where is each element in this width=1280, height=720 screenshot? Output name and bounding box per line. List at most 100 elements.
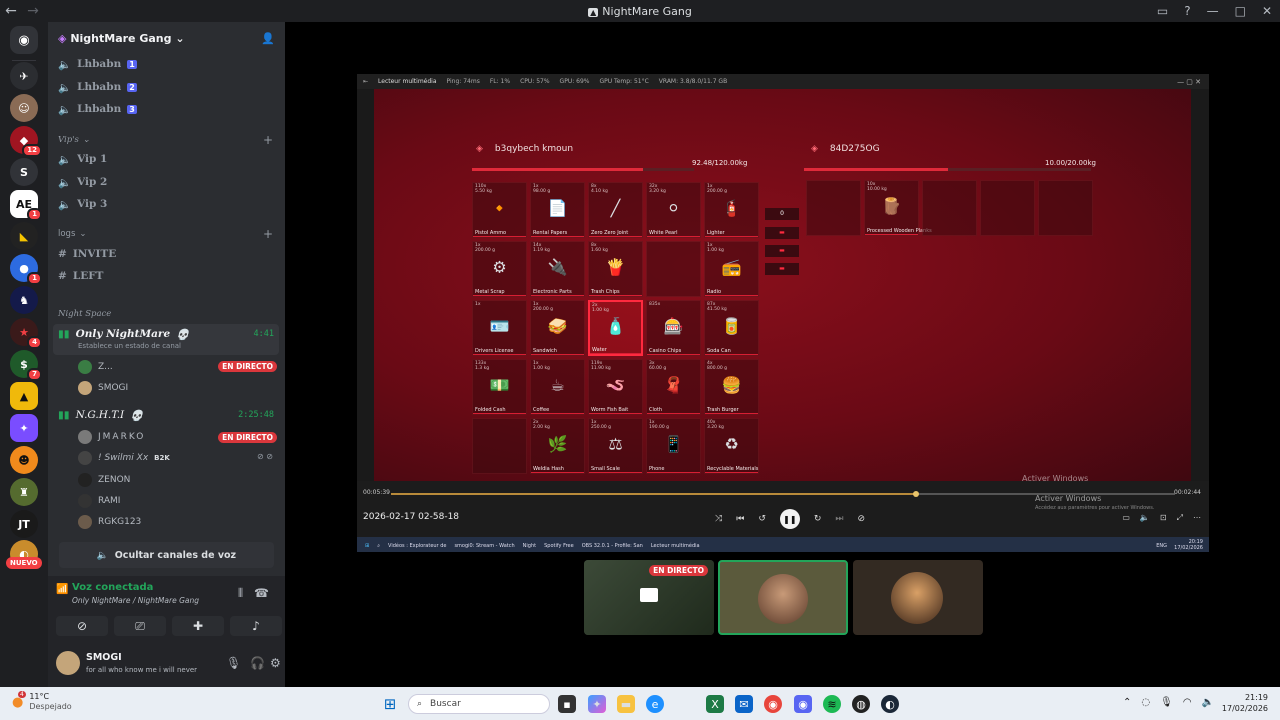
close-inventory-button[interactable]: ▬ xyxy=(765,263,799,275)
server-icon[interactable]: S xyxy=(10,158,38,186)
voice-user[interactable]: RAMI xyxy=(78,491,120,511)
empty-inventory-slot[interactable] xyxy=(806,180,861,236)
server-icon[interactable]: ◣ xyxy=(10,222,38,250)
spotify-icon[interactable]: ≋ xyxy=(823,695,841,713)
hide-voice-channels-button[interactable]: 🔈 Ocultar canales de voz xyxy=(59,542,274,568)
cast-icon[interactable]: ⊡ xyxy=(1160,513,1167,523)
server-icon[interactable]: ✦ xyxy=(10,414,38,442)
file-explorer-icon[interactable]: ▬ xyxy=(617,695,635,713)
subtitles-icon[interactable]: ▭ xyxy=(1122,513,1130,523)
chrome-icon[interactable]: ◉ xyxy=(764,695,782,713)
voice-channel[interactable]: 🔈 Lhbabn 3 xyxy=(58,99,137,119)
add-channel-icon[interactable]: + xyxy=(263,227,273,241)
voice-user[interactable]: ZENON xyxy=(78,470,130,490)
user-name[interactable]: SMOGI xyxy=(86,652,122,663)
voice-user[interactable]: ! Swilmi Xx B2K xyxy=(78,448,170,468)
inventory-slot[interactable]: 14x 1.19 kg 🔌 Electronic Parts xyxy=(530,241,585,297)
mail-icon[interactable]: ✉ xyxy=(735,695,753,713)
wifi-icon[interactable]: ◠ xyxy=(1183,697,1192,708)
settings-gear-icon[interactable]: ⚙ xyxy=(270,656,281,670)
stream-thumbnail[interactable]: EN DIRECTO xyxy=(584,560,714,635)
inventory-slot[interactable]: 8x 4.10 kg ╱ Zero Zero Joint xyxy=(588,182,643,238)
inventory-slot[interactable]: 1x 200.00 g 🧯 Lighter xyxy=(704,182,759,238)
search-box[interactable]: ⌕ Buscar xyxy=(408,694,550,714)
add-member-icon[interactable]: 👤 xyxy=(261,32,275,45)
repeat-icon[interactable]: ⊘ xyxy=(858,514,866,524)
inventory-slot[interactable]: 87x 41.50 kg 🥫 Soda Can xyxy=(704,300,759,356)
inventory-slot[interactable]: 110x 5.50 kg 🔸 Pistol Ammo xyxy=(472,182,527,238)
steam-icon[interactable]: ◐ xyxy=(881,695,899,713)
media-player-window[interactable]: ⇤ Lecteur multimédia Ping: 74ms FL: 1% C… xyxy=(357,74,1209,552)
server-icon[interactable]: ● 1 xyxy=(10,254,42,285)
voice-channel-name[interactable]: Only NightMare / NightMare Gang xyxy=(72,596,199,605)
clock[interactable]: 21:19 17/02/2026 xyxy=(1222,692,1268,714)
inventory-slot[interactable]: 1x 🪪 Drivers License xyxy=(472,300,527,356)
server-icon[interactable]: ☺ xyxy=(10,94,38,122)
user-video-tile[interactable] xyxy=(718,560,848,635)
volume-icon[interactable]: 🔈 xyxy=(1140,513,1150,523)
headphones-icon[interactable]: 🎧 xyxy=(250,656,265,670)
forward-icon[interactable]: ↻ xyxy=(814,514,822,524)
discord-home-icon[interactable]: ◉ xyxy=(10,26,38,54)
empty-inventory-slot[interactable] xyxy=(646,241,701,297)
copilot-icon[interactable]: ✦ xyxy=(588,695,606,713)
server-icon[interactable]: ★ 4 xyxy=(10,318,42,349)
server-icon[interactable]: ▲ xyxy=(10,382,38,410)
maximize-button[interactable]: □ xyxy=(1235,4,1246,18)
back-arrow-icon[interactable]: ⇤ xyxy=(363,78,368,85)
chevron-up-icon[interactable]: ⌃ xyxy=(1123,697,1131,708)
server-icon[interactable]: ♞ xyxy=(10,286,38,314)
quantity-input[interactable]: 0 xyxy=(765,208,799,220)
inventory-slot[interactable]: 1x 250.00 g ⚖ Small Scale xyxy=(588,418,643,474)
user-avatar[interactable] xyxy=(56,651,80,675)
inventory-slot[interactable]: 1x 98.00 g 📄 Rental Papers xyxy=(530,182,585,238)
inventory-slot[interactable]: 1x 200.00 g 🥪 Sandwich xyxy=(530,300,585,356)
server-icon[interactable]: AE 1 xyxy=(10,190,42,221)
inventory-slot[interactable]: 1x 1.00 kg 📻 Radio xyxy=(704,241,759,297)
seek-thumb[interactable] xyxy=(913,491,920,497)
category-vip[interactable]: Vip's ⌄ xyxy=(58,135,90,145)
stream-view[interactable]: ⇤ Lecteur multimédia Ping: 74ms FL: 1% C… xyxy=(285,22,1280,687)
task-view-icon[interactable]: ▪ xyxy=(558,695,576,713)
voice-user[interactable]: JMARKO xyxy=(78,427,145,447)
give-button[interactable]: ▬ xyxy=(765,245,799,257)
inventory-slot[interactable]: 40x 3.20 kg ♻ Recyclable Materials xyxy=(704,418,759,474)
voice-channel-active[interactable]: ▮▮ Only NightMare 💀 xyxy=(58,324,189,344)
voice-channel-vip[interactable]: 🔈 Vip 2 xyxy=(58,172,107,192)
add-channel-icon[interactable]: + xyxy=(263,133,273,147)
inventory-slot[interactable]: 133x 1.3 kg 💵 Folded Cash xyxy=(472,359,527,415)
game-inventory[interactable]: ◈ b3qybech kmoun 92.48/120.00kg ◈ 84D275OG… xyxy=(374,89,1191,483)
weather-widget[interactable]: ● 4 11°C Despejado xyxy=(12,690,72,712)
obs-icon[interactable]: ◍ xyxy=(852,695,870,713)
microphone-icon[interactable]: 🎙 xyxy=(226,656,241,670)
minimize-button[interactable]: — xyxy=(1207,4,1219,18)
server-icon[interactable]: JT xyxy=(10,510,38,538)
inventory-slot[interactable]: 10x 10.00 kg 🪵 Processed Wooden Planks xyxy=(864,180,932,236)
previous-icon[interactable]: ⏮ xyxy=(736,514,744,524)
server-icon[interactable]: ☻ xyxy=(10,446,38,474)
inventory-slot[interactable]: 1x 190.00 g 📱 Phone xyxy=(646,418,701,474)
inbox-icon[interactable]: ▭ xyxy=(1157,4,1168,18)
use-button[interactable]: ▬ xyxy=(765,227,799,239)
signal-icon[interactable]: 📶 xyxy=(56,584,68,595)
nuevo-badge[interactable]: NUEVO xyxy=(6,557,42,569)
server-icon[interactable]: ✈ xyxy=(10,62,38,90)
inventory-slot[interactable]: 835x 🎰 Casino Chips xyxy=(646,300,701,356)
edge-icon[interactable]: e xyxy=(646,695,664,713)
empty-inventory-slot[interactable] xyxy=(980,180,1035,236)
empty-inventory-slot[interactable] xyxy=(1038,180,1093,236)
inventory-slot[interactable]: 119x 11.90 kg 🪱 Worm Fish Bait xyxy=(588,359,643,415)
network-icon[interactable]: ◌ xyxy=(1141,697,1150,708)
voice-channel[interactable]: 🔈 Lhbabn 1 xyxy=(58,54,137,74)
fullscreen-icon[interactable]: ⤢ xyxy=(1177,513,1183,523)
voice-channel-vip[interactable]: 🔈 Vip 3 xyxy=(58,194,107,214)
inventory-slot[interactable]: 1x 1.00 kg ☕ Coffee xyxy=(530,359,585,415)
inventory-slot[interactable]: 4x 800.00 g 🍔 Trash Burger xyxy=(704,359,759,415)
close-button[interactable]: ✕ xyxy=(1262,4,1272,18)
empty-inventory-slot[interactable] xyxy=(472,418,527,474)
voice-user[interactable]: Z... xyxy=(78,357,113,377)
forward-arrow-icon[interactable]: → xyxy=(22,3,44,19)
disconnect-icon[interactable]: ☎ xyxy=(254,586,269,600)
guild-header[interactable]: ◈ NightMare Gang ⌄ 👤 xyxy=(48,22,285,54)
next-icon[interactable]: ⏭ xyxy=(835,514,843,524)
